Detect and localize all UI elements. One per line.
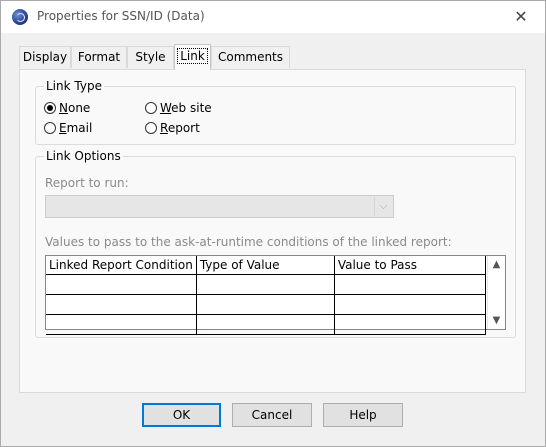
chevron-down-icon[interactable]: ⌵ bbox=[374, 197, 392, 216]
help-button[interactable]: Help bbox=[323, 403, 403, 427]
close-icon[interactable]: ✕ bbox=[505, 4, 537, 30]
table-cell[interactable] bbox=[46, 314, 197, 335]
radio-web-site-indicator[interactable] bbox=[145, 102, 157, 114]
radio-email-indicator[interactable] bbox=[44, 122, 56, 134]
cancel-button[interactable]: Cancel bbox=[232, 403, 312, 427]
column-header-type-of-value[interactable]: Type of Value bbox=[196, 256, 335, 275]
table-cell[interactable] bbox=[334, 314, 486, 335]
radio-report-indicator[interactable] bbox=[145, 122, 157, 134]
scroll-down-icon[interactable]: ▼ bbox=[488, 312, 505, 329]
grid-vertical-scrollbar[interactable]: ▲ ▼ bbox=[487, 256, 505, 329]
radio-web-site[interactable]: Web site bbox=[145, 101, 212, 115]
conditions-grid[interactable]: Linked Report Condition Type of Value Va… bbox=[45, 255, 506, 335]
tab-link[interactable]: Link bbox=[174, 44, 211, 70]
radio-none-label: None bbox=[59, 101, 91, 115]
conditions-table: Linked Report Condition Type of Value Va… bbox=[46, 256, 486, 335]
tab-style[interactable]: Style bbox=[127, 46, 174, 68]
scroll-up-icon[interactable]: ▲ bbox=[488, 256, 505, 273]
table-cell[interactable] bbox=[46, 294, 197, 315]
title-bar: Properties for SSN/ID (Data) ✕ bbox=[1, 1, 545, 33]
table-row[interactable] bbox=[46, 294, 486, 315]
table-row[interactable] bbox=[46, 274, 486, 295]
radio-email[interactable]: Email bbox=[44, 121, 92, 135]
properties-dialog: Properties for SSN/ID (Data) ✕ Display F… bbox=[0, 0, 546, 447]
radio-none-indicator[interactable] bbox=[44, 102, 56, 114]
values-to-pass-label: Values to pass to the ask-at-runtime con… bbox=[45, 235, 452, 249]
radio-none[interactable]: None bbox=[44, 101, 90, 115]
tab-link-label: Link bbox=[177, 48, 208, 64]
table-cell[interactable] bbox=[196, 314, 335, 335]
table-cell[interactable] bbox=[196, 274, 335, 295]
radio-web-site-label: Web site bbox=[160, 101, 212, 115]
tab-display[interactable]: Display bbox=[19, 46, 71, 68]
table-cell[interactable] bbox=[334, 294, 486, 315]
table-cell[interactable] bbox=[46, 274, 197, 295]
link-type-group: Link Type bbox=[35, 79, 516, 145]
table-cell[interactable] bbox=[196, 294, 335, 315]
column-header-linked-report-condition[interactable]: Linked Report Condition bbox=[46, 256, 197, 275]
radio-report-label: Report bbox=[160, 121, 200, 135]
tab-format[interactable]: Format bbox=[71, 46, 127, 68]
window-title: Properties for SSN/ID (Data) bbox=[37, 9, 205, 23]
link-tab-panel: Link Type None Web site Email Report Lin… bbox=[19, 69, 526, 393]
column-header-value-to-pass[interactable]: Value to Pass bbox=[334, 256, 486, 275]
link-options-legend: Link Options bbox=[46, 149, 121, 163]
link-type-legend: Link Type bbox=[46, 79, 102, 93]
app-globe-icon bbox=[12, 9, 28, 25]
ok-button[interactable]: OK bbox=[142, 403, 221, 427]
table-cell[interactable] bbox=[334, 274, 486, 295]
report-to-run-label: Report to run: bbox=[45, 176, 129, 190]
tab-comments[interactable]: Comments bbox=[211, 46, 290, 68]
table-row[interactable] bbox=[46, 314, 486, 335]
radio-email-label: Email bbox=[59, 121, 93, 135]
report-to-run-combo[interactable]: ⌵ bbox=[45, 195, 394, 218]
radio-report[interactable]: Report bbox=[145, 121, 200, 135]
